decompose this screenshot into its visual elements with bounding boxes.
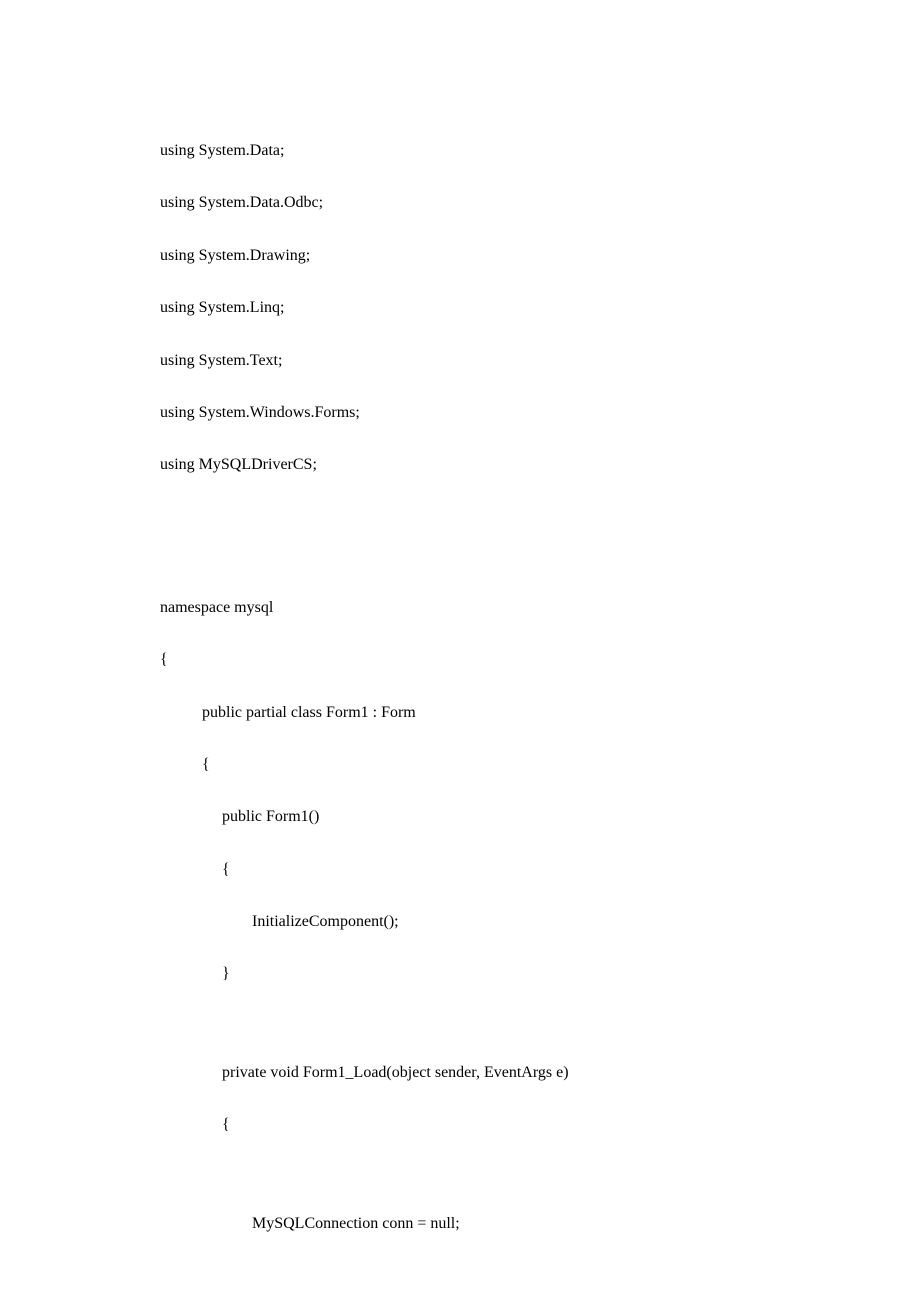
code-line: using System.Drawing; (160, 245, 820, 267)
code-line: private void Form1_Load(object sender, E… (160, 1062, 820, 1084)
code-line: using System.Windows.Forms; (160, 402, 820, 424)
code-line: using System.Linq; (160, 297, 820, 319)
code-line: { (160, 649, 820, 671)
code-line: using System.Text; (160, 350, 820, 372)
blank-line (160, 1167, 820, 1213)
code-line: { (160, 754, 820, 776)
code-line: { (160, 1114, 820, 1136)
code-line: } (160, 963, 820, 985)
code-line: namespace mysql (160, 597, 820, 619)
blank-line (160, 507, 820, 597)
blank-line (160, 1016, 820, 1062)
code-line: using System.Data; (160, 140, 820, 162)
code-line: public Form1() (160, 806, 820, 828)
code-line: using System.Data.Odbc; (160, 192, 820, 214)
code-line: using MySQLDriverCS; (160, 454, 820, 476)
code-line: public partial class Form1 : Form (160, 702, 820, 724)
code-line: { (160, 859, 820, 881)
code-line: MySQLConnection conn = null; (160, 1213, 820, 1235)
code-line: InitializeComponent(); (160, 911, 820, 933)
